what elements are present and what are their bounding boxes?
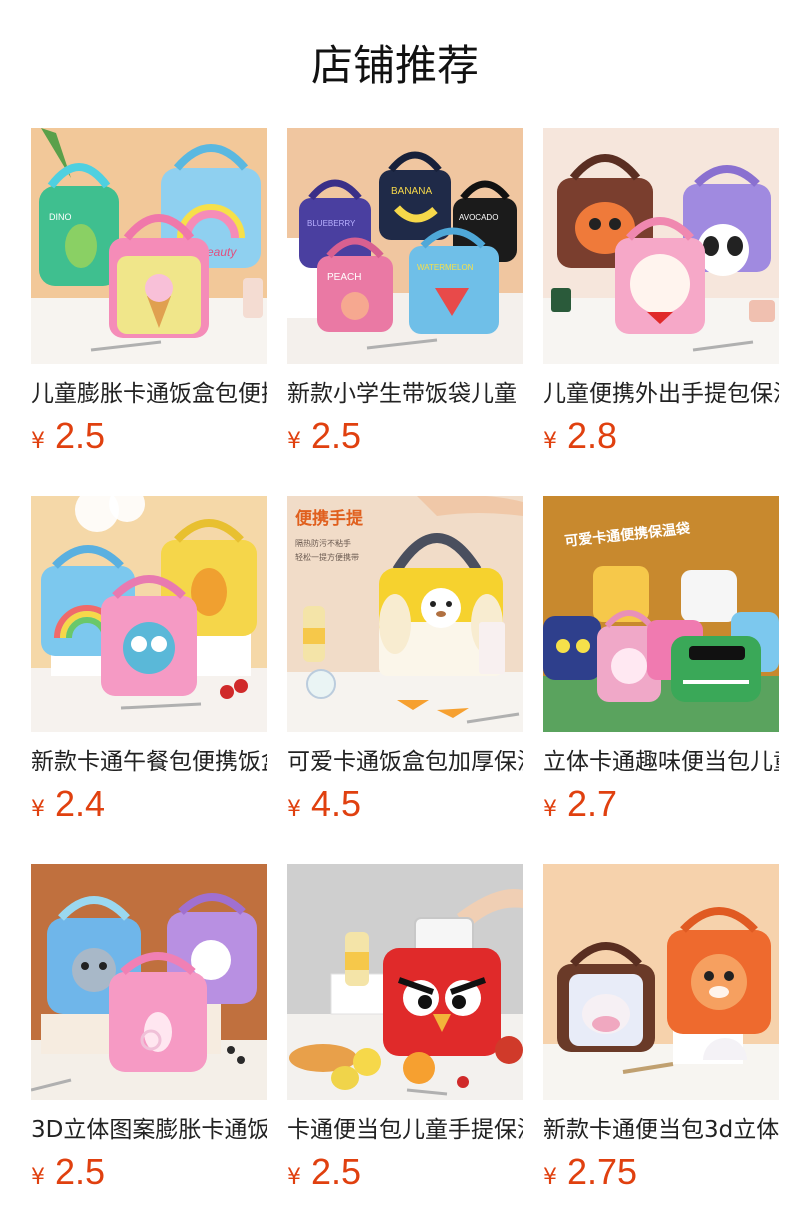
currency-symbol: ¥ [543,1165,557,1190]
product-price: ¥ 2.5 [31,414,105,458]
product-card[interactable]: 儿童便携外出手提包保温 ¥ 2.8 [543,128,779,464]
product-price: ¥ 2.5 [287,414,361,458]
product-name[interactable]: 儿童便携外出手提包保温 [543,376,779,412]
product-image[interactable]: 便携手提 隔热防污不粘手 轻松一提方便携带 [287,496,523,732]
promo-headline: 便携手提 [295,508,364,529]
product-price: ¥ 2.5 [31,1150,105,1194]
currency-symbol: ¥ [31,429,45,454]
product-card[interactable]: Beauty DINO 儿童膨胀卡通饭盒包便携 ¥ 2.5 [31,128,267,464]
promo-subtext: 轻松一提方便携带 [295,552,359,562]
product-card[interactable]: 可爱卡通便携保温袋 立体卡通趣味便当包儿童 ¥ 2.7 [543,496,779,832]
promo-subtext: 隔热防污不粘手 [295,538,351,548]
product-name[interactable]: 可爱卡通饭盒包加厚保温 [287,744,523,780]
product-name[interactable]: 新款卡通午餐包便携饭盒 [31,744,267,780]
product-image[interactable] [287,864,523,1100]
product-card[interactable]: BLUEBERRY BANANA AVOCADO PEACH WATERMELO… [287,128,523,464]
bag-print-text: BANANA [391,186,432,197]
product-card[interactable]: 便携手提 隔热防污不粘手 轻松一提方便携带 可爱卡通饭盒包加厚保温 ¥ 4.5 [287,496,523,832]
currency-symbol: ¥ [287,429,301,454]
product-image[interactable]: BLUEBERRY BANANA AVOCADO PEACH WATERMELO… [287,128,523,364]
product-name[interactable]: 3D立体图案膨胀卡通饭盒 [31,1112,267,1148]
product-image[interactable]: 可爱卡通便携保温袋 [543,496,779,732]
product-name[interactable]: 新款小学生带饭袋儿童 [287,376,523,412]
product-price: ¥ 2.8 [543,414,617,458]
product-name[interactable]: 立体卡通趣味便当包儿童 [543,744,779,780]
price-amount: 2.7 [567,783,618,824]
product-image[interactable]: Beauty DINO [31,128,267,364]
currency-symbol: ¥ [543,429,557,454]
page-title: 店铺推荐 [310,41,479,90]
price-amount: 2.5 [55,415,106,456]
bag-print-text: AVOCADO [459,213,498,222]
currency-symbol: ¥ [287,797,301,822]
bag-print-text: DINO [49,212,72,222]
bag-print-text: PEACH [327,272,361,283]
bag-print-text: BLUEBERRY [307,219,356,228]
currency-symbol: ¥ [31,797,45,822]
price-amount: 2.4 [55,783,106,824]
currency-symbol: ¥ [287,1165,301,1190]
product-price: ¥ 2.75 [543,1150,637,1194]
product-image[interactable] [543,128,779,364]
product-card[interactable]: 新款卡通便当包3d立体 ¥ 2.75 [543,864,779,1200]
product-price: ¥ 2.4 [31,782,105,826]
product-name[interactable]: 儿童膨胀卡通饭盒包便携 [31,376,267,412]
bag-print-text: WATERMELON [417,263,474,272]
price-amount: 2.75 [567,1151,638,1192]
product-image[interactable] [543,864,779,1100]
price-amount: 2.5 [55,1151,106,1192]
currency-symbol: ¥ [543,797,557,822]
price-amount: 2.8 [567,415,618,456]
product-price: ¥ 4.5 [287,782,361,826]
price-amount: 2.5 [311,415,362,456]
product-card[interactable]: 新款卡通午餐包便携饭盒 ¥ 2.4 [31,496,267,832]
price-amount: 4.5 [311,783,362,824]
product-price: ¥ 2.5 [287,1150,361,1194]
product-image[interactable] [31,496,267,732]
product-card[interactable]: 3D立体图案膨胀卡通饭盒 ¥ 2.5 [31,864,267,1200]
price-amount: 2.5 [311,1151,362,1192]
product-image[interactable] [31,864,267,1100]
currency-symbol: ¥ [31,1165,45,1190]
product-name[interactable]: 新款卡通便当包3d立体 [543,1112,779,1148]
product-price: ¥ 2.7 [543,782,617,826]
product-card[interactable]: 卡通便当包儿童手提保温 ¥ 2.5 [287,864,523,1200]
product-name[interactable]: 卡通便当包儿童手提保温 [287,1112,523,1148]
